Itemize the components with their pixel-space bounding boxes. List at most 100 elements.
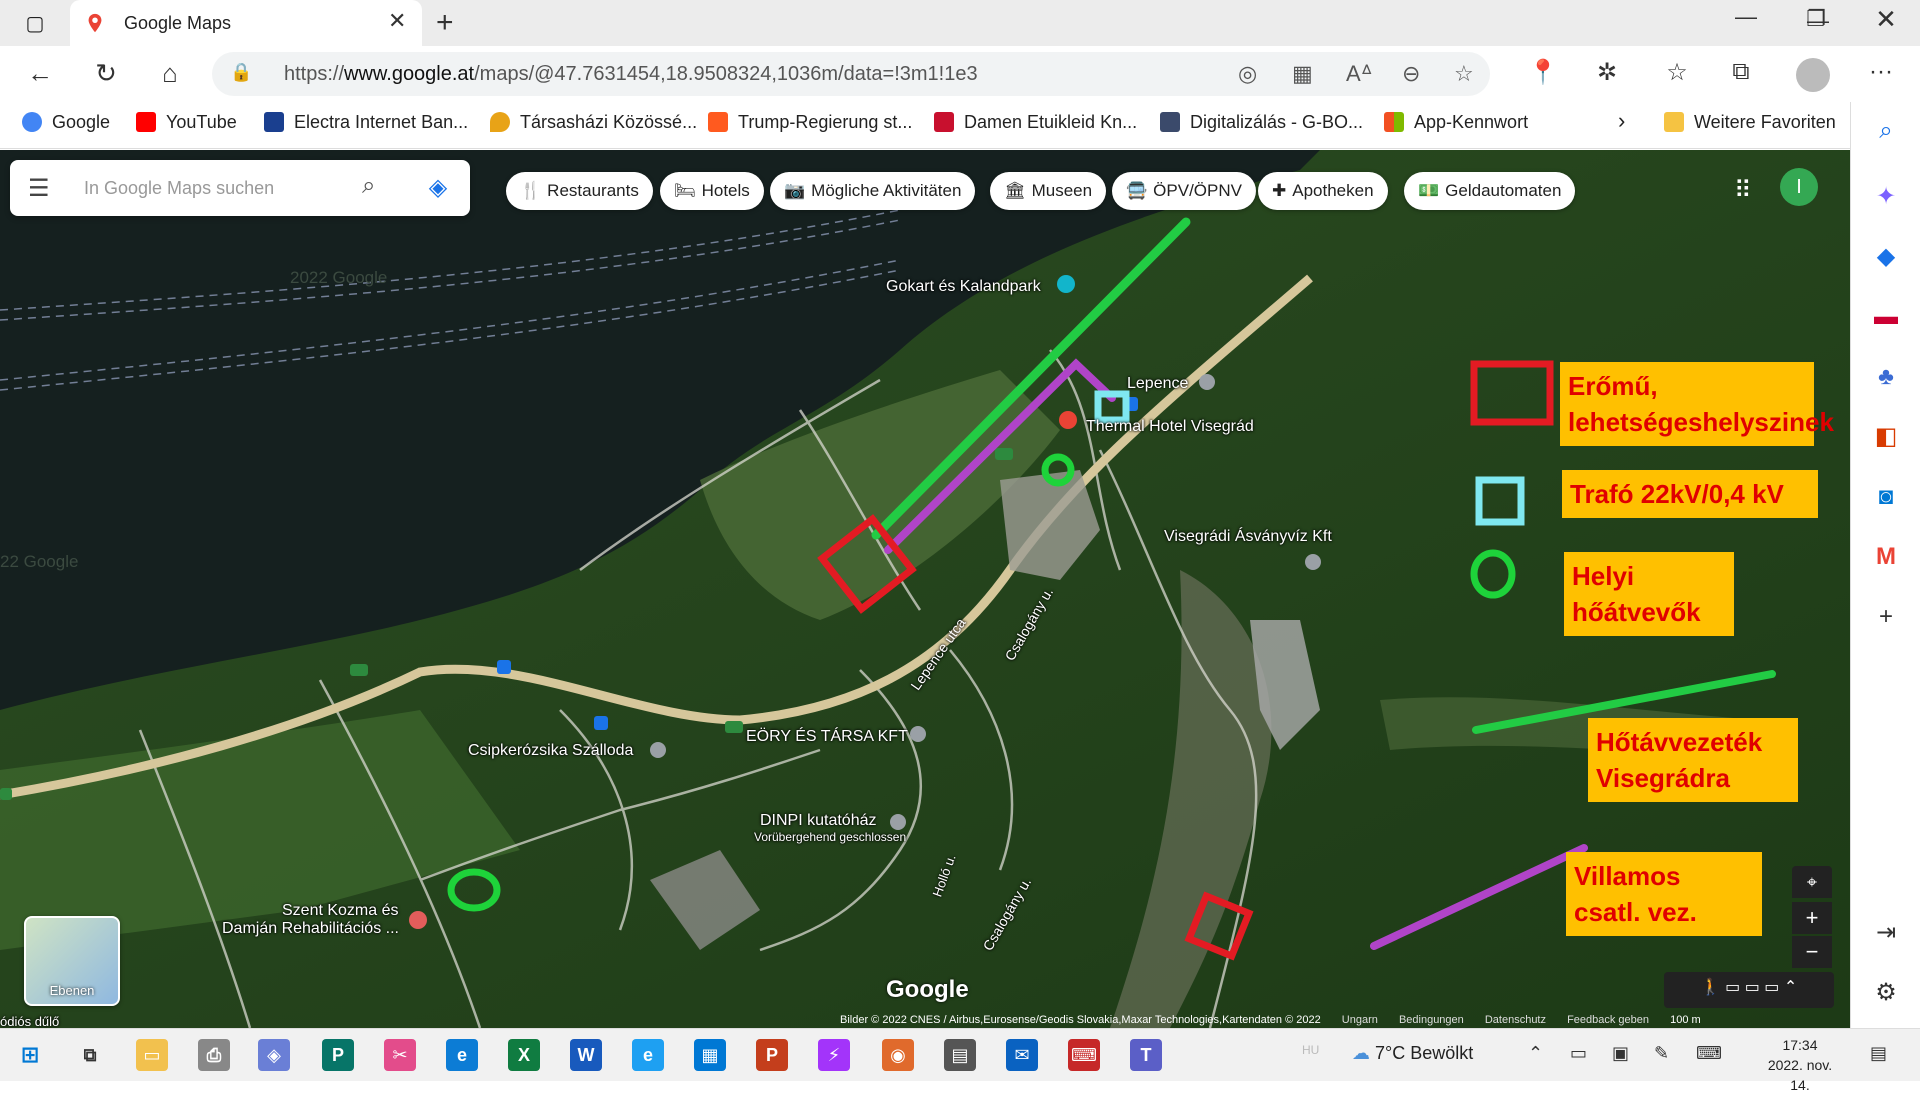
- powerpoint-icon[interactable]: P: [756, 1039, 788, 1071]
- menu-icon[interactable]: ☰: [28, 174, 50, 203]
- refresh-icon[interactable]: ↻: [88, 58, 124, 89]
- favorite-trump[interactable]: Trump-Regierung st...: [708, 112, 912, 133]
- back-icon[interactable]: ←: [22, 58, 58, 89]
- extensions-icon[interactable]: ✲: [1590, 58, 1624, 87]
- satellite-map[interactable]: 2022 Google 22 Google ☰ In Google Maps s…: [0, 150, 1850, 1028]
- display-icon[interactable]: ▣: [1612, 1043, 1629, 1064]
- read-aloud-icon[interactable]: Aᐞ: [1346, 61, 1373, 87]
- close-window-icon[interactable]: ✕: [1866, 4, 1906, 35]
- task-view-icon[interactable]: ⧉: [74, 1039, 106, 1071]
- gmail-icon[interactable]: M: [1871, 542, 1901, 572]
- footer-terms[interactable]: Bedingungen: [1399, 1014, 1464, 1026]
- sidebar-hide-icon[interactable]: ⇥: [1871, 918, 1901, 948]
- chip-restaurants[interactable]: 🍴 Restaurants: [506, 172, 653, 210]
- footer-privacy[interactable]: Datenschutz: [1485, 1014, 1546, 1026]
- favorite-youtube[interactable]: YouTube: [136, 112, 237, 133]
- outlook-icon[interactable]: ◙: [1871, 482, 1901, 512]
- chip-transit[interactable]: 🚍 ÖPV/ÖPNV: [1112, 172, 1256, 210]
- favorite-app-kennwort[interactable]: App-Kennwort: [1384, 112, 1528, 133]
- my-location-icon[interactable]: ⌖: [1792, 866, 1832, 898]
- zoom-out-icon[interactable]: ⊖: [1402, 61, 1420, 87]
- place-eory[interactable]: EÖRY ÉS TÁRSA KFT: [746, 728, 908, 746]
- favorite-digitalizalas[interactable]: Digitalizálás - G-BO...: [1160, 112, 1363, 133]
- windows-start-icon[interactable]: ⊞: [14, 1039, 46, 1071]
- chip-activities[interactable]: 📷 Mögliche Aktivitäten: [770, 172, 976, 210]
- footer-feedback[interactable]: Feedback geben: [1567, 1014, 1649, 1026]
- place-szent-kozma-1[interactable]: Szent Kozma és: [282, 902, 399, 920]
- collections-icon[interactable]: ⧉: [1724, 58, 1758, 86]
- publisher-icon[interactable]: P: [322, 1039, 354, 1071]
- printer-icon[interactable]: ⎙: [198, 1039, 230, 1071]
- location-icon[interactable]: ◎: [1238, 61, 1257, 87]
- place-csipkerozsika[interactable]: Csipkerózsika Szálloda: [468, 742, 633, 760]
- favorite-damen[interactable]: Damen Etuikleid Kn...: [934, 112, 1137, 133]
- directions-icon[interactable]: ◈: [424, 174, 452, 202]
- tab-close-icon[interactable]: ✕: [388, 8, 406, 34]
- footer-ungarn[interactable]: Ungarn: [1342, 1014, 1378, 1026]
- language-indicator[interactable]: HU: [1302, 1043, 1319, 1057]
- place-thermal-hotel[interactable]: Thermal Hotel Visegrád: [1086, 418, 1254, 436]
- scale-bar[interactable]: 100 m: [1670, 1014, 1701, 1026]
- notifications-icon[interactable]: ▤: [1870, 1043, 1887, 1064]
- office-icon[interactable]: ◧: [1871, 422, 1901, 452]
- chevron-up-icon[interactable]: ⌃: [1528, 1043, 1543, 1064]
- battery-icon[interactable]: ▭: [1570, 1043, 1587, 1064]
- favorite-electra[interactable]: Electra Internet Ban...: [264, 112, 468, 133]
- chevron-right-icon[interactable]: ›: [1618, 108, 1625, 134]
- minimize-window-icon[interactable]: —: [1726, 4, 1766, 30]
- place-dinpi[interactable]: DINPI kutatóház: [760, 812, 877, 830]
- tab-google-maps[interactable]: Google Maps ✕: [70, 0, 422, 46]
- pen-icon[interactable]: ✎: [1654, 1043, 1669, 1064]
- place-lepence[interactable]: Lepence: [1127, 375, 1188, 393]
- url-text[interactable]: https://www.google.at/maps/@47.7631454,1…: [284, 63, 978, 86]
- search-icon[interactable]: ⌕: [1871, 116, 1901, 146]
- file-explorer-icon[interactable]: ▭: [136, 1039, 168, 1071]
- favorites-icon[interactable]: ☆: [1660, 58, 1694, 87]
- mail-icon[interactable]: ✉: [1006, 1039, 1038, 1071]
- other-favorites[interactable]: Weitere Favoriten: [1664, 112, 1836, 133]
- calendar-app-icon[interactable]: ▦: [694, 1039, 726, 1071]
- clock[interactable]: 17:34 2022. nov. 14.: [1760, 1035, 1840, 1095]
- favorite-google[interactable]: Google: [22, 112, 110, 133]
- calculator-icon[interactable]: ▤: [944, 1039, 976, 1071]
- chip-hotels[interactable]: 🛏 Hotels: [660, 172, 764, 210]
- apps-available-icon[interactable]: ▦: [1292, 61, 1313, 87]
- edge-icon[interactable]: e: [446, 1039, 478, 1071]
- word-icon[interactable]: W: [570, 1039, 602, 1071]
- layers-button[interactable]: Ebenen: [24, 916, 120, 1006]
- add-icon[interactable]: +: [1871, 602, 1901, 632]
- zoom-out-icon[interactable]: −: [1792, 936, 1832, 968]
- favorite-tarsashazi[interactable]: Társasházi Közössé...: [490, 112, 697, 133]
- excel-icon[interactable]: X: [508, 1039, 540, 1071]
- search-input[interactable]: In Google Maps suchen: [84, 178, 274, 199]
- restore-icon[interactable]: ❐: [1796, 6, 1836, 32]
- google-apps-icon[interactable]: ⠿: [1734, 176, 1752, 205]
- maps-search-box[interactable]: ☰ In Google Maps suchen ⌕ ◈: [10, 160, 470, 216]
- tools-icon[interactable]: ▬: [1871, 302, 1901, 332]
- more-menu-icon[interactable]: ···: [1864, 58, 1898, 86]
- place-asvanyviz[interactable]: Visegrádi Ásványvíz Kft: [1164, 528, 1332, 546]
- zoom-in-icon[interactable]: +: [1792, 902, 1832, 934]
- teams-icon[interactable]: T: [1130, 1039, 1162, 1071]
- address-bar[interactable]: 🔒 https://www.google.at/maps/@47.7631454…: [212, 52, 1490, 96]
- settings-gear-icon[interactable]: ⚙: [1871, 978, 1901, 1008]
- sparkle-icon[interactable]: ✦: [1871, 182, 1901, 212]
- new-tab-icon[interactable]: +: [436, 6, 454, 40]
- lock-icon[interactable]: 🔒: [230, 62, 252, 83]
- street-view-pegman-bar[interactable]: 🚶 ▭ ▭ ▭ ⌃: [1664, 972, 1834, 1008]
- search-icon[interactable]: ⌕: [362, 172, 375, 200]
- messenger-icon[interactable]: ⚡: [818, 1039, 850, 1071]
- place-gokart[interactable]: Gokart és Kalandpark: [886, 278, 1041, 296]
- account-avatar[interactable]: I: [1780, 168, 1818, 206]
- keyboard-icon[interactable]: ⌨: [1696, 1043, 1722, 1064]
- place-szent-kozma-2[interactable]: Damján Rehabilitációs ...: [222, 920, 399, 938]
- add-favorite-icon[interactable]: ☆: [1454, 61, 1474, 87]
- snipping-tool-icon[interactable]: ✂: [384, 1039, 416, 1071]
- tab-actions-icon[interactable]: ▢: [16, 10, 54, 38]
- keep-pin-icon[interactable]: 📍: [1526, 58, 1560, 87]
- profile-avatar[interactable]: [1796, 58, 1830, 92]
- home-icon[interactable]: ⌂: [152, 58, 188, 89]
- shopping-tag-icon[interactable]: ◆: [1871, 242, 1901, 272]
- weather-widget[interactable]: ☁ 7°C Bewölkt: [1352, 1043, 1473, 1064]
- games-icon[interactable]: ♣: [1871, 362, 1901, 392]
